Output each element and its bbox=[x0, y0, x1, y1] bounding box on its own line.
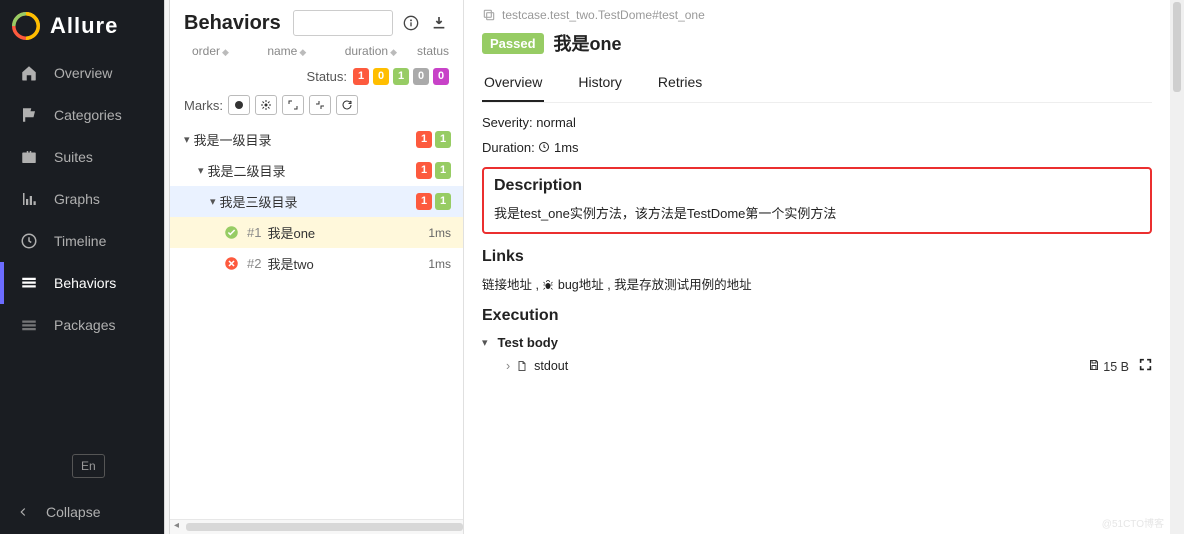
file-icon bbox=[516, 360, 528, 372]
chevron-right-icon: › bbox=[506, 359, 510, 373]
tabs: Overview History Retries bbox=[482, 70, 1152, 103]
tree-node-l1[interactable]: ▾我是一级目录11 bbox=[170, 124, 463, 155]
behaviors-panel: Behaviors order◆ name◆ duration◆ status … bbox=[170, 0, 464, 534]
horizontal-scrollbar[interactable] bbox=[170, 519, 463, 534]
nav-categories[interactable]: Categories bbox=[0, 94, 170, 136]
tree-leaf-1[interactable]: #1我是one1ms bbox=[170, 217, 463, 248]
tree-node-l2[interactable]: ▾我是二级目录11 bbox=[170, 155, 463, 186]
nav-suites[interactable]: Suites bbox=[0, 136, 170, 178]
mark-refresh[interactable] bbox=[336, 95, 358, 115]
fail-icon bbox=[224, 256, 239, 271]
mark-collapse[interactable] bbox=[309, 95, 331, 115]
lang-button[interactable]: En bbox=[72, 454, 105, 478]
tab-retries[interactable]: Retries bbox=[656, 70, 704, 102]
description-heading: Description bbox=[494, 177, 1140, 195]
description-box: Description 我是test_one实例方法，该方法是TestDome第… bbox=[482, 167, 1152, 234]
pass-icon bbox=[224, 225, 239, 240]
nav-graphs[interactable]: Graphs bbox=[0, 178, 170, 220]
detail-panel: testcase.test_two.TestDome#test_one Pass… bbox=[464, 0, 1170, 534]
collapse-button[interactable]: Collapse bbox=[0, 490, 170, 534]
fullscreen-icon[interactable] bbox=[1139, 358, 1152, 374]
duration-row: Duration: 1ms bbox=[482, 140, 1152, 155]
info-icon[interactable] bbox=[401, 13, 421, 33]
nav-packages[interactable]: Packages bbox=[0, 304, 170, 346]
vertical-scrollbar[interactable] bbox=[1170, 0, 1184, 534]
status-failed[interactable]: 1 bbox=[353, 68, 369, 85]
column-headers: order◆ name◆ duration◆ status bbox=[170, 44, 463, 64]
nav-overview[interactable]: Overview bbox=[0, 52, 170, 94]
status-filter: Status: 1 0 1 0 0 bbox=[170, 64, 463, 91]
status-badge: Passed bbox=[482, 33, 544, 54]
status-passed[interactable]: 1 bbox=[393, 68, 409, 85]
links-text: 链接地址 , bug地址 , 我是存放测试用例的地址 bbox=[482, 274, 1152, 293]
nav-timeline[interactable]: Timeline bbox=[0, 220, 170, 262]
flag-icon bbox=[20, 106, 38, 124]
sidebar: Allure Overview Categories Suites Graphs… bbox=[0, 0, 170, 534]
chevron-down-icon: ▾ bbox=[198, 164, 204, 177]
col-duration[interactable]: duration◆ bbox=[341, 44, 395, 58]
severity-row: Severity: normal bbox=[482, 115, 1152, 130]
nav-behaviors[interactable]: Behaviors bbox=[0, 262, 170, 304]
chevron-down-icon: ▾ bbox=[482, 336, 488, 349]
main: Behaviors order◆ name◆ duration◆ status … bbox=[170, 0, 1184, 534]
save-icon bbox=[1088, 359, 1100, 371]
case-title: 我是one bbox=[554, 30, 622, 56]
breadcrumb: testcase.test_two.TestDome#test_one bbox=[482, 8, 1152, 22]
tree-node-l3[interactable]: ▾我是三级目录11 bbox=[170, 186, 463, 217]
watermark: @51CTO博客 bbox=[1102, 515, 1164, 530]
tree-leaf-2[interactable]: #2我是two1ms bbox=[170, 248, 463, 279]
mark-new[interactable] bbox=[255, 95, 277, 115]
execution-heading: Execution bbox=[482, 307, 1152, 325]
mark-flaky[interactable] bbox=[228, 95, 250, 115]
list-icon bbox=[20, 274, 38, 292]
download-icon[interactable] bbox=[429, 13, 449, 33]
brand-title: Allure bbox=[50, 13, 118, 39]
tree: ▾我是一级目录11 ▾我是二级目录11 ▾我是三级目录11 #1我是one1ms… bbox=[170, 124, 463, 279]
panel-title: Behaviors bbox=[184, 12, 285, 35]
layers-icon bbox=[20, 316, 38, 334]
col-name[interactable]: name◆ bbox=[245, 44, 323, 58]
clock-icon bbox=[20, 232, 38, 250]
clock-icon bbox=[538, 141, 550, 153]
chart-icon bbox=[20, 190, 38, 208]
allure-logo-icon bbox=[12, 12, 40, 40]
chevron-down-icon: ▾ bbox=[210, 195, 216, 208]
save-attachment[interactable]: 15 B bbox=[1088, 359, 1129, 374]
briefcase-icon bbox=[20, 148, 38, 166]
status-skipped[interactable]: 0 bbox=[413, 68, 429, 85]
status-broken[interactable]: 0 bbox=[373, 68, 389, 85]
chevron-down-icon: ▾ bbox=[184, 133, 190, 146]
tab-overview[interactable]: Overview bbox=[482, 70, 544, 102]
nav: Overview Categories Suites Graphs Timeli… bbox=[0, 52, 170, 442]
search-input[interactable] bbox=[293, 10, 393, 36]
brand[interactable]: Allure bbox=[0, 0, 170, 52]
col-status[interactable]: status bbox=[413, 44, 449, 58]
tab-history[interactable]: History bbox=[576, 70, 624, 102]
marks-row: Marks: bbox=[170, 91, 463, 124]
home-icon bbox=[20, 64, 38, 82]
bug-icon bbox=[542, 279, 554, 291]
mark-expand[interactable] bbox=[282, 95, 304, 115]
links-heading: Links bbox=[482, 248, 1152, 266]
status-unknown[interactable]: 0 bbox=[433, 68, 449, 85]
col-order[interactable]: order◆ bbox=[188, 44, 227, 58]
chevron-left-icon bbox=[16, 505, 30, 519]
sidebar-bottom: En bbox=[0, 442, 170, 490]
test-body-toggle[interactable]: ▾Test body bbox=[482, 335, 1152, 350]
copy-icon[interactable] bbox=[482, 8, 496, 22]
description-text: 我是test_one实例方法，该方法是TestDome第一个实例方法 bbox=[494, 203, 1140, 222]
stdout-row[interactable]: › stdout 15 B bbox=[482, 358, 1152, 374]
